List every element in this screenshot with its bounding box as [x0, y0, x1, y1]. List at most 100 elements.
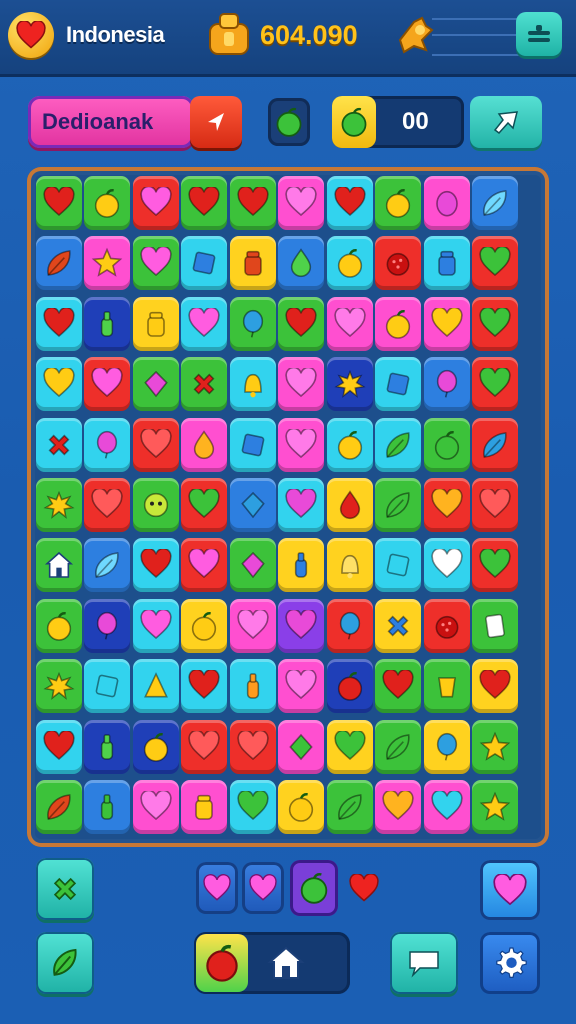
tile-leaf[interactable] — [375, 417, 422, 472]
tile-heart[interactable] — [423, 296, 470, 351]
tile-heart[interactable] — [229, 176, 276, 230]
tile-heart[interactable] — [229, 779, 276, 834]
tile-heart[interactable] — [229, 598, 276, 653]
tile-cup[interactable] — [423, 659, 470, 714]
tile-gem[interactable] — [229, 538, 276, 593]
shuffle-button[interactable] — [36, 858, 94, 920]
tile-berry[interactable] — [375, 236, 422, 291]
tile-splash[interactable] — [326, 357, 373, 412]
apple-icon[interactable] — [196, 934, 248, 992]
tile-bottle[interactable] — [229, 659, 276, 714]
tile-heart[interactable] — [278, 357, 325, 412]
tile-cross[interactable] — [375, 598, 422, 653]
house-icon[interactable] — [266, 944, 306, 987]
heart-booster-button[interactable] — [480, 860, 540, 920]
tile-diamond[interactable] — [278, 719, 325, 774]
menu-button[interactable] — [516, 12, 562, 56]
tile-cross[interactable] — [181, 357, 228, 412]
tile-block[interactable] — [229, 417, 276, 472]
chat-button[interactable] — [390, 932, 458, 994]
tile-block[interactable] — [84, 659, 131, 714]
tile-apple[interactable] — [326, 236, 373, 291]
tile-cross[interactable] — [36, 417, 82, 472]
tile-blob[interactable] — [423, 176, 470, 230]
tile-leaf[interactable] — [36, 779, 82, 834]
tile-block[interactable] — [375, 538, 422, 593]
tile-heart[interactable] — [423, 477, 470, 532]
tile-gem[interactable] — [229, 477, 276, 532]
tile-apple[interactable] — [84, 176, 131, 230]
tile-drop[interactable] — [326, 477, 373, 532]
tile-heart[interactable] — [132, 236, 179, 291]
tile-heart[interactable] — [278, 417, 325, 472]
tile-leaf[interactable] — [326, 779, 373, 834]
tile-bottle[interactable] — [278, 538, 325, 593]
tile-jar[interactable] — [423, 236, 470, 291]
tile-heart[interactable] — [423, 538, 470, 593]
tray-slot-selected[interactable] — [290, 860, 338, 916]
leaf-button[interactable] — [36, 932, 94, 994]
tile-leaf[interactable] — [375, 719, 422, 774]
tile-heart[interactable] — [181, 477, 228, 532]
tile-heart[interactable] — [36, 357, 82, 412]
tile-heart[interactable] — [36, 176, 82, 230]
tile-bottle[interactable] — [84, 779, 131, 834]
tile-balloon[interactable] — [326, 598, 373, 653]
share-button[interactable] — [470, 96, 542, 148]
apple-booster-button[interactable] — [268, 98, 310, 146]
tile-face[interactable] — [132, 477, 179, 532]
tile-drop[interactable] — [278, 236, 325, 291]
tile-heart[interactable] — [84, 357, 131, 412]
tile-heart[interactable] — [132, 176, 179, 230]
tile-apple[interactable] — [375, 176, 422, 230]
tile-jar[interactable] — [181, 779, 228, 834]
tile-heart[interactable] — [326, 176, 373, 230]
tile-jar[interactable] — [132, 296, 179, 351]
tile-bottle[interactable] — [84, 296, 131, 351]
tile-leaf[interactable] — [36, 236, 82, 291]
tile-heart[interactable] — [375, 659, 422, 714]
tile-heart[interactable] — [326, 719, 373, 774]
tile-heart[interactable] — [181, 176, 228, 230]
tile-apple[interactable] — [36, 598, 82, 653]
tile-apple[interactable] — [326, 659, 373, 714]
tile-drop[interactable] — [181, 417, 228, 472]
tile-balloon[interactable] — [423, 719, 470, 774]
tile-heart[interactable] — [36, 719, 82, 774]
tile-cone[interactable] — [132, 659, 179, 714]
tile-heart[interactable] — [472, 659, 519, 714]
tile-heart[interactable] — [132, 779, 179, 834]
tile-bell[interactable] — [326, 538, 373, 593]
tile-leaf[interactable] — [84, 538, 131, 593]
tile-heart[interactable] — [84, 477, 131, 532]
tile-heart[interactable] — [326, 296, 373, 351]
tile-heart[interactable] — [472, 357, 519, 412]
tile-leaf[interactable] — [472, 176, 519, 230]
level-arrow-button[interactable] — [190, 96, 242, 148]
tile-heart[interactable] — [181, 659, 228, 714]
tile-apple[interactable] — [132, 719, 179, 774]
tile-heart[interactable] — [472, 477, 519, 532]
tile-block[interactable] — [181, 236, 228, 291]
tile-berry[interactable] — [423, 598, 470, 653]
tile-apple[interactable] — [375, 296, 422, 351]
tile-apple[interactable] — [278, 779, 325, 834]
tile-star[interactable] — [472, 779, 519, 834]
settings-button[interactable] — [480, 932, 540, 994]
tile-heart[interactable] — [181, 719, 228, 774]
tile-apple[interactable] — [326, 417, 373, 472]
tile-heart[interactable] — [132, 417, 179, 472]
tray-slot[interactable] — [242, 862, 284, 914]
tile-card[interactable] — [472, 598, 519, 653]
level-label[interactable]: Dedioanak — [28, 96, 194, 148]
tile-heart[interactable] — [278, 598, 325, 653]
tile-leaf[interactable] — [472, 417, 519, 472]
tile-gem[interactable] — [132, 357, 179, 412]
tile-bell[interactable] — [229, 357, 276, 412]
tile-heart[interactable] — [181, 296, 228, 351]
tile-balloon[interactable] — [229, 296, 276, 351]
tile-heart[interactable] — [423, 779, 470, 834]
tile-splash[interactable] — [36, 659, 82, 714]
tile-heart[interactable] — [472, 538, 519, 593]
tile-heart[interactable] — [472, 236, 519, 291]
